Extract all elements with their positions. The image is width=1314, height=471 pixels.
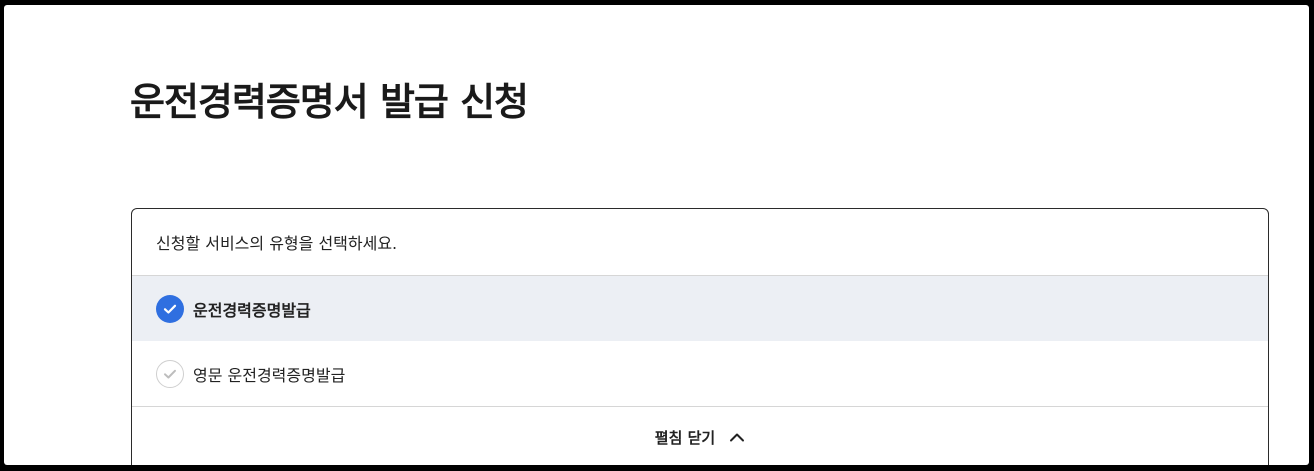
collapse-toggle-label: 펼침 닫기: [654, 428, 716, 447]
page-title: 운전경력증명서 발급 신청: [130, 80, 529, 124]
service-type-instruction: 신청할 서비스의 유형을 선택하세요.: [132, 209, 1268, 276]
check-circle-outline-icon: [156, 359, 184, 388]
chevron-up-icon: [729, 432, 745, 442]
service-option-label: 영문 운전경력증명발급: [193, 365, 346, 385]
check-circle-filled-icon: [156, 294, 184, 323]
service-type-panel: 신청할 서비스의 유형을 선택하세요. 운전경력증명발급 영문 운전경력증명발급…: [131, 208, 1269, 465]
service-option-english-driving-record[interactable]: 영문 운전경력증명발급: [132, 341, 1268, 407]
service-option-driving-record[interactable]: 운전경력증명발급: [132, 276, 1268, 341]
service-option-label: 운전경력증명발급: [193, 300, 311, 320]
collapse-toggle-button[interactable]: 펼침 닫기: [132, 407, 1268, 465]
page-container: 운전경력증명서 발급 신청 신청할 서비스의 유형을 선택하세요. 운전경력증명…: [4, 5, 1309, 465]
